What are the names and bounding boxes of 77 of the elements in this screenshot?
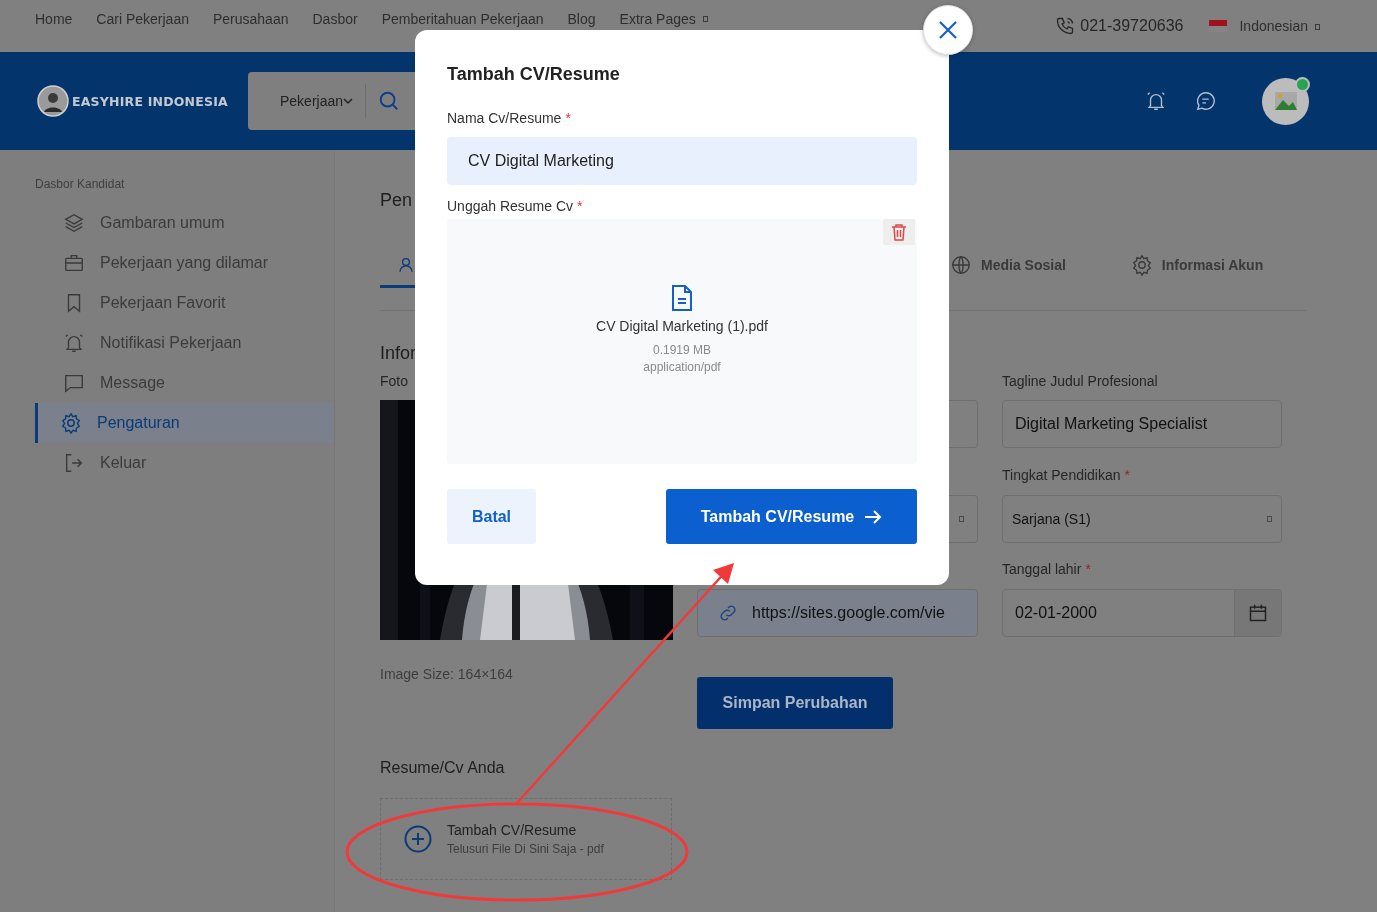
layers-icon	[63, 212, 85, 234]
section-title: Resume/Cv Anda	[380, 759, 505, 778]
logo-text: EASYHIRE INDONESIA	[72, 93, 228, 109]
gear-icon	[1130, 254, 1153, 276]
file-type: application/pdf	[643, 360, 721, 374]
save-button[interactable]: Simpan Perubahan	[697, 677, 893, 729]
field-label: Foto	[380, 373, 408, 390]
nav-link[interactable]: Perusahaan	[212, 11, 289, 27]
search-icon	[378, 90, 401, 112]
square-icon	[1267, 516, 1272, 522]
arrow-right-icon	[864, 509, 883, 524]
nav-link[interactable]: Dasbor	[312, 11, 358, 27]
plus-circle-icon	[404, 825, 432, 853]
square-icon	[1315, 24, 1320, 31]
select-field[interactable]: Sarjana (S1)	[1002, 495, 1282, 543]
calendar-button[interactable]	[1234, 590, 1281, 636]
nav-link[interactable]: Pemberitahuan Pekerjaan	[381, 11, 544, 27]
tab[interactable]: Media Sosial	[950, 245, 1066, 288]
dropzone-title: Tambah CV/Resume	[447, 822, 578, 838]
trash-icon	[891, 223, 907, 241]
cancel-button[interactable]: Batal	[447, 489, 536, 544]
category-dropdown[interactable]: Pekerjaan	[280, 84, 367, 118]
input-field[interactable]: CV Digital Marketing	[447, 137, 917, 185]
field-label: Tingkat Pendidikan *	[1002, 467, 1130, 484]
sidebar-item[interactable]: Message	[35, 363, 334, 403]
square-icon	[702, 16, 708, 22]
message-icon	[63, 372, 85, 394]
sidebar-item[interactable]: Gambaran umum	[35, 203, 334, 243]
field-label: Unggah Resume Cv *	[447, 198, 584, 215]
document-icon	[670, 284, 694, 312]
field-label: Tagline Judul Profesional	[1002, 373, 1158, 390]
nav-link[interactable]: Blog	[567, 11, 596, 27]
sidebar-item[interactable]: Pengaturan	[35, 403, 334, 443]
page-heading: Pen	[380, 190, 413, 212]
sidebar-item[interactable]: Pekerjaan Favorit	[35, 283, 334, 323]
square-icon	[958, 516, 964, 522]
sidebar-title: Dasbor Kandidat	[35, 177, 126, 191]
phone-icon	[1055, 16, 1076, 36]
nav-link[interactable]: Home	[35, 11, 73, 27]
nav-link[interactable]: Extra Pages	[619, 11, 708, 27]
image-icon	[1273, 90, 1298, 112]
chat-icon	[1195, 90, 1217, 112]
calendar-icon	[1248, 603, 1268, 623]
briefcase-icon	[63, 252, 85, 274]
search-button[interactable]	[378, 90, 401, 112]
field-label: Nama Cv/Resume *	[447, 110, 572, 127]
input-field[interactable]: https://sites.google.com/vie	[697, 589, 978, 637]
modal-title: Tambah CV/Resume	[447, 64, 621, 86]
submit-button[interactable]: Tambah CV/Resume	[666, 489, 917, 544]
upload-area[interactable]: CV Digital Marketing (1).pdf 0.1919 MB application/pdf	[447, 219, 917, 464]
status-dot	[1295, 76, 1310, 92]
sidebar-item[interactable]: Notifikasi Pekerjaan	[35, 323, 334, 363]
link-icon	[718, 603, 738, 623]
logout-icon	[63, 452, 85, 474]
field-label: Tanggal lahir *	[1002, 561, 1091, 578]
language-selector[interactable]: Indonesian	[1239, 18, 1320, 34]
section-title: Infor	[380, 343, 417, 365]
globe-icon	[950, 254, 972, 276]
file-size: 0.1919 MB	[652, 343, 711, 357]
tab[interactable]: Informasi Akun	[1130, 245, 1264, 288]
phone-number: 021-39720636	[1080, 17, 1184, 35]
file-name: CV Digital Marketing (1).pdf	[596, 318, 768, 334]
logo-icon	[37, 85, 69, 117]
sidebar-item[interactable]: Pekerjaan yang dilamar	[35, 243, 334, 283]
dropzone-hint: Telusuri File Di Sini Saja - pdf	[447, 842, 604, 856]
chevron-down-icon	[343, 97, 354, 105]
add-resume-dropzone[interactable]: Tambah CV/Resume Telusuri File Di Sini Saja - pdf	[380, 798, 672, 880]
delete-button[interactable]	[883, 219, 915, 245]
close-icon	[938, 20, 958, 40]
nav-link[interactable]: Cari Pekerjaan	[96, 11, 189, 27]
bell-icon	[1145, 90, 1167, 112]
sidebar-item[interactable]: Keluar	[35, 443, 334, 483]
gear-icon	[60, 412, 82, 434]
input-field[interactable]: Digital Marketing Specialist	[1002, 400, 1282, 448]
image-size-text: Image Size: 164×164	[380, 666, 513, 683]
bell-icon	[63, 332, 85, 354]
user-avatar[interactable]	[1262, 77, 1309, 125]
